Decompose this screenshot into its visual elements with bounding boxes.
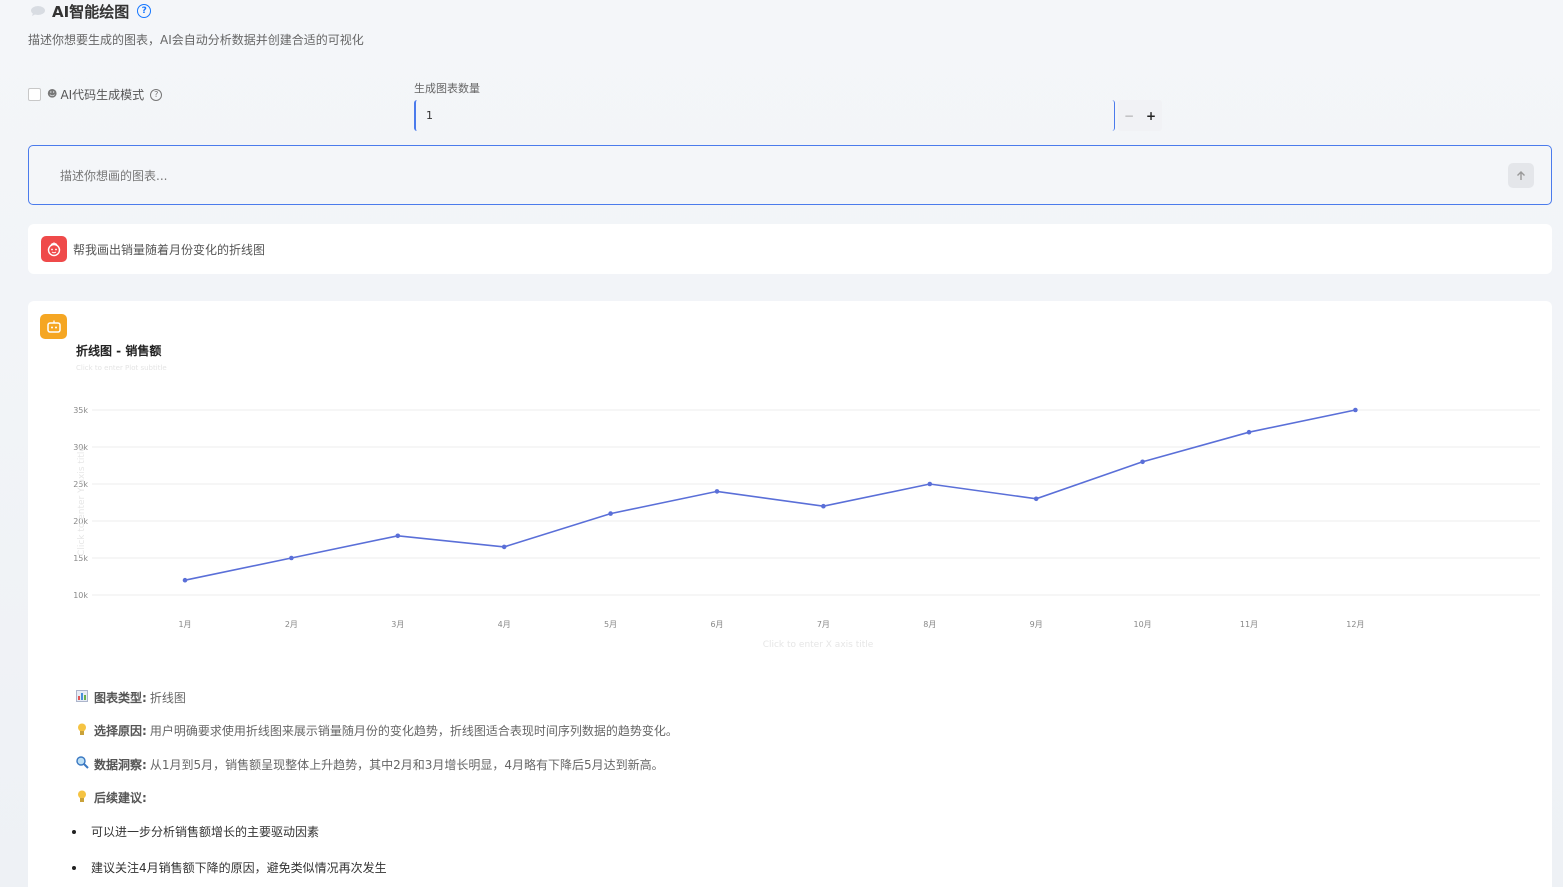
magnifier-icon	[74, 756, 90, 772]
x-tick-label: 5月	[604, 620, 617, 629]
help-icon[interactable]: ?	[150, 88, 163, 101]
x-tick-label: 9月	[1030, 620, 1043, 629]
x-tick-label: 1月	[178, 620, 191, 629]
chart-count-label: 生成图表数量	[414, 82, 480, 95]
x-tick-label: 11月	[1240, 620, 1258, 629]
data-point	[182, 577, 188, 583]
ai-response-card: 折线图 - 销售额 Click to enter Plot subtitle 1…	[28, 301, 1552, 887]
send-button[interactable]	[1508, 163, 1534, 188]
list-item: 可以进一步分析销售额增长的主要驱动因素	[72, 822, 678, 842]
analysis-insight-row: 数据洞察: 从1月到5月，销售额呈现整体上升趋势，其中2月和3月增长明显，4月略…	[74, 754, 678, 774]
data-point	[1246, 429, 1252, 435]
y-tick-label: 10k	[73, 591, 88, 600]
decrement-button[interactable]: −	[1118, 100, 1140, 131]
chart-count-input[interactable]: 1	[414, 100, 1115, 131]
analysis-type-row: 图表类型: 折线图	[74, 687, 678, 707]
robot-icon: ☻	[47, 89, 58, 100]
code-mode-label: ☻ AI代码生成模式 ?	[47, 86, 163, 103]
lightbulb-icon	[74, 790, 90, 806]
bar-chart-icon	[74, 689, 90, 705]
chart-count-stepper: − +	[1118, 100, 1162, 131]
chat-bubble-icon	[30, 5, 46, 17]
data-point	[501, 544, 507, 550]
line-chart: 折线图 - 销售额 Click to enter Plot subtitle 1…	[28, 301, 1552, 661]
data-point	[1353, 407, 1358, 413]
y-tick-label: 35k	[73, 406, 88, 415]
x-tick-label: 7月	[817, 620, 830, 629]
x-axis-title[interactable]: Click to enter X axis title	[763, 640, 874, 650]
prompt-input[interactable]: 描述你想画的图表...	[60, 167, 167, 184]
x-tick-label: 10月	[1134, 620, 1152, 629]
arrow-up-icon	[1517, 170, 1525, 180]
header: AI智能绘图 ? 描述你想要生成的图表，AI会自动分析数据并创建合适的可视化	[28, 0, 364, 48]
prompt-box: 描述你想画的图表...	[28, 145, 1552, 205]
data-point	[289, 555, 294, 561]
suggestion-list: 可以进一步分析销售额增长的主要驱动因素 建议关注4月销售额下降的原因，避免类似情…	[72, 822, 678, 878]
user-avatar-icon	[47, 242, 61, 257]
series-line	[184, 409, 1356, 581]
x-tick-label: 4月	[498, 620, 511, 629]
data-point	[395, 533, 401, 539]
data-point	[927, 481, 933, 487]
y-axis-title[interactable]: Click to enter Y axis title	[77, 446, 87, 556]
page-title: AI智能绘图	[52, 2, 130, 21]
analysis-reason-row: 选择原因: 用户明确要求使用折线图来展示销量随月份的变化趋势，折线图适合表现时间…	[74, 721, 678, 741]
x-tick-label: 2月	[285, 620, 298, 629]
lightbulb-icon	[74, 723, 90, 739]
data-point	[608, 511, 613, 516]
code-mode-toggle[interactable]: ☻ AI代码生成模式 ?	[28, 86, 163, 103]
list-item: 建议关注4月销售额下降的原因，避免类似情况再次发生	[72, 858, 678, 878]
data-point	[1033, 496, 1039, 502]
chart-svg: 10k15k20k25k30k35k1月 2月 3月 4月 5月 6月 7月 8月 9月 10月 1…	[73, 406, 1540, 650]
analysis-suggest-row: 后续建议:	[74, 788, 678, 808]
x-tick-label: 3月	[391, 620, 404, 629]
code-mode-checkbox[interactable]	[28, 88, 41, 101]
data-point	[1140, 459, 1145, 465]
user-message: 帮我画出销量随着月份变化的折线图	[28, 224, 1552, 274]
x-tick-label: 8月	[923, 620, 936, 629]
user-message-text: 帮我画出销量随着月份变化的折线图	[73, 243, 266, 257]
x-tick-label: 6月	[710, 620, 723, 629]
analysis-section: 图表类型: 折线图 选择原因: 用户明确要求使用折线图来展示销量随月份的变化趋势…	[72, 687, 678, 887]
increment-button[interactable]: +	[1140, 100, 1162, 131]
page-subtitle: 描述你想要生成的图表，AI会自动分析数据并创建合适的可视化	[28, 33, 364, 47]
data-point	[714, 489, 720, 494]
user-avatar	[41, 236, 67, 262]
x-tick-label: 12月	[1346, 620, 1364, 629]
help-icon[interactable]: ?	[137, 4, 152, 18]
data-point	[821, 503, 826, 509]
